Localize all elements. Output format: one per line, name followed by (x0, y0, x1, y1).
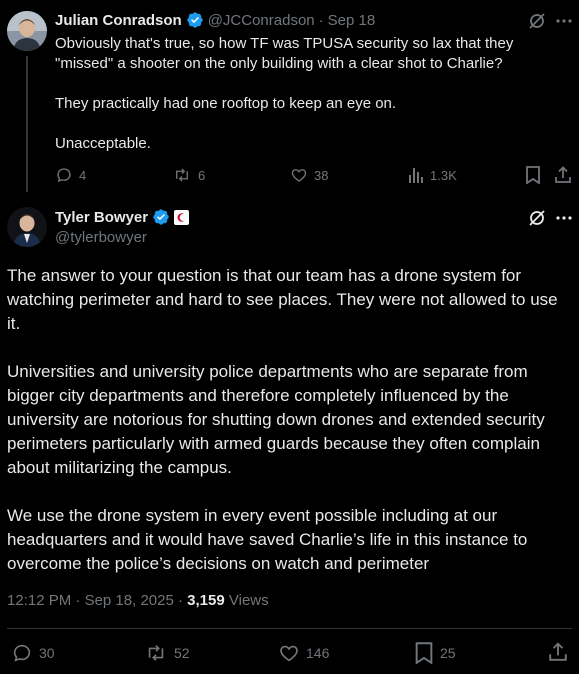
dot-separator: · (318, 11, 324, 29)
bookmark-count: 25 (440, 645, 456, 661)
bookmark-button[interactable] (525, 166, 541, 189)
main-author-name[interactable]: Tyler Bowyer (55, 209, 148, 226)
reply-author-name[interactable]: Julian Conradson (55, 12, 182, 29)
bookmark-icon (415, 642, 433, 664)
repost-icon (148, 645, 164, 661)
reply-handle[interactable]: @JCConradson (208, 12, 315, 29)
more-icon[interactable] (555, 11, 573, 36)
bookmark-icon (526, 166, 540, 185)
reply-icon (57, 168, 71, 183)
share-button[interactable] (548, 642, 568, 667)
bookmark-button[interactable]: 25 (414, 642, 456, 664)
like-button[interactable]: 38 (290, 166, 328, 184)
views-icon (409, 168, 423, 183)
reply-button[interactable]: 30 (11, 642, 55, 664)
main-paragraph-2: Universities and university police depar… (7, 362, 545, 477)
like-count: 146 (306, 645, 330, 661)
verified-icon (187, 12, 203, 28)
main-handle[interactable]: @tylerbowyer (55, 229, 147, 246)
reply-button[interactable]: 4 (55, 166, 86, 184)
tweet-date[interactable]: Sep 18, 2025 (85, 592, 174, 609)
verified-icon (153, 209, 169, 225)
reply-paragraph-2: They practically had one rooftop to keep… (55, 95, 397, 112)
reply-count: 4 (79, 167, 87, 183)
reply-paragraph-3: Unacceptable. (55, 135, 151, 152)
share-icon (555, 166, 571, 183)
reply-date[interactable]: Sep 18 (328, 12, 376, 29)
views-count: 3,159 (187, 592, 225, 609)
grok-icon[interactable] (527, 11, 547, 36)
reply-paragraph-1: Obviously that's true, so how TF was TPU… (55, 35, 514, 72)
dot-separator: · (177, 592, 183, 609)
repost-icon (176, 168, 188, 182)
main-paragraph-1: The answer to your question is that our … (7, 266, 558, 333)
views-count: 1.3K (430, 167, 457, 183)
affiliate-badge-icon[interactable] (174, 209, 190, 225)
main-paragraph-3: We use the drone system in every event p… (7, 506, 528, 573)
like-count: 38 (314, 167, 329, 183)
repost-count: 52 (174, 645, 190, 661)
share-icon (549, 642, 567, 661)
grok-icon[interactable] (527, 208, 547, 233)
tweet-time[interactable]: 12:12 PM (7, 592, 71, 609)
views-button[interactable]: 1.3K (408, 166, 457, 184)
more-icon[interactable] (555, 208, 573, 233)
repost-button[interactable]: 52 (144, 642, 190, 664)
reply-count: 30 (39, 645, 55, 661)
repost-button[interactable]: 6 (172, 166, 205, 184)
reply-icon (13, 644, 31, 662)
repost-count: 6 (198, 167, 206, 183)
avatar-julian[interactable] (7, 11, 47, 51)
avatar-tyler[interactable] (7, 207, 47, 247)
views-label: Views (228, 592, 269, 609)
divider (7, 628, 572, 629)
share-button[interactable] (554, 166, 572, 189)
like-button[interactable]: 146 (278, 642, 329, 664)
dot-separator: · (75, 592, 81, 609)
like-icon (280, 645, 298, 662)
thread-line (26, 56, 28, 192)
like-icon (291, 169, 307, 182)
